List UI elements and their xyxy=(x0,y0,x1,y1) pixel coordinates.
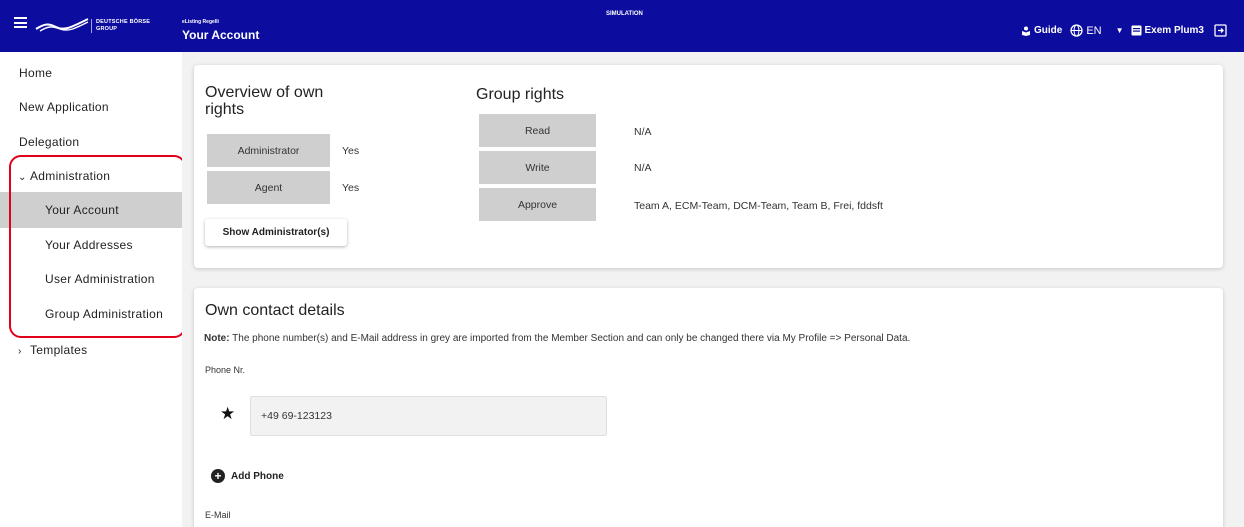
logout-button[interactable] xyxy=(1214,24,1230,37)
sidebar-item-your-addresses[interactable]: Your Addresses xyxy=(0,238,182,252)
top-right-toolbar: Guide EN ▼ Exem Plum3 xyxy=(1013,24,1230,37)
logo-wordmark: DEUTSCHE BÖRSE GROUP xyxy=(96,19,151,32)
rights-card: Overview of own rights Administrator Yes… xyxy=(194,65,1223,268)
sidebar-item-label: Administration xyxy=(30,169,111,183)
contact-note: Note: The phone number(s) and E-Mail add… xyxy=(204,333,910,344)
right-value: Yes xyxy=(342,145,360,157)
guide-icon xyxy=(1021,26,1030,36)
logo-divider xyxy=(91,19,92,33)
note-label: Note: xyxy=(204,333,230,344)
group-right-label: Read xyxy=(479,114,596,147)
user-card-icon xyxy=(1131,25,1142,36)
guide-button[interactable]: Guide xyxy=(1021,25,1062,36)
page-title: Your Account xyxy=(182,28,260,42)
sidebar-nav: Home New Application Delegation ⌄ Adminis… xyxy=(0,52,182,527)
menu-icon[interactable] xyxy=(14,17,27,28)
logout-icon xyxy=(1214,24,1227,37)
sidebar-item-your-account[interactable]: Your Account xyxy=(0,192,182,228)
own-rights-title: Overview of own rights xyxy=(205,84,324,118)
show-administrators-button[interactable]: Show Administrator(s) xyxy=(205,219,347,246)
add-phone-button[interactable]: + Add Phone xyxy=(211,469,284,483)
add-phone-label: Add Phone xyxy=(231,470,284,482)
phone-label: Phone Nr. xyxy=(205,365,246,375)
sidebar-item-templates[interactable]: › Templates xyxy=(0,343,182,357)
top-app-bar: DEUTSCHE BÖRSE GROUP eListing Regelli Yo… xyxy=(0,0,1244,52)
group-right-value: N/A xyxy=(634,162,652,174)
group-right-label: Write xyxy=(479,151,596,184)
globe-icon xyxy=(1070,24,1083,37)
sidebar-item-home[interactable]: Home xyxy=(0,66,182,80)
sidebar-item-label: Templates xyxy=(30,343,88,357)
primary-star-icon[interactable]: ★ xyxy=(220,404,235,424)
note-text: The phone number(s) and E-Mail address i… xyxy=(229,333,911,344)
deutsche-boerse-logo-icon xyxy=(35,18,89,32)
main-content: Overview of own rights Administrator Yes… xyxy=(182,52,1244,527)
email-label: E-Mail xyxy=(205,510,231,520)
sidebar-item-group-administration[interactable]: Group Administration xyxy=(0,307,182,321)
contact-details-card: Own contact details Note: The phone numb… xyxy=(194,288,1223,527)
environment-badge: SIMULATION xyxy=(606,11,643,17)
right-value: Yes xyxy=(342,182,360,194)
language-selector[interactable]: EN xyxy=(1070,24,1102,37)
phone-input[interactable]: +49 69-123123 xyxy=(250,396,607,436)
plus-icon: + xyxy=(211,469,225,483)
contact-title: Own contact details xyxy=(205,302,345,319)
sidebar-item-administration[interactable]: ⌄ Administration xyxy=(0,169,182,183)
chevron-down-icon: ▼ xyxy=(1115,26,1124,35)
sidebar-item-new-application[interactable]: New Application xyxy=(0,100,182,114)
chevron-right-icon: › xyxy=(18,346,22,357)
group-right-value: N/A xyxy=(634,126,652,138)
guide-label: Guide xyxy=(1033,25,1063,36)
app-subtitle: eListing Regelli xyxy=(182,19,219,25)
group-right-label: Approve xyxy=(479,188,596,221)
group-rights-title: Group rights xyxy=(476,86,565,103)
user-menu[interactable]: ▼ Exem Plum3 xyxy=(1116,25,1204,36)
language-label: EN xyxy=(1086,24,1102,37)
sidebar-item-delegation[interactable]: Delegation xyxy=(0,135,182,149)
right-label: Agent xyxy=(207,171,330,204)
chevron-down-icon: ⌄ xyxy=(18,172,27,183)
group-right-value: Team A, ECM-Team, DCM-Team, Team B, Frei… xyxy=(634,200,883,212)
user-name: Exem Plum3 xyxy=(1144,25,1204,36)
right-label: Administrator xyxy=(207,134,330,167)
sidebar-item-user-administration[interactable]: User Administration xyxy=(0,272,182,286)
